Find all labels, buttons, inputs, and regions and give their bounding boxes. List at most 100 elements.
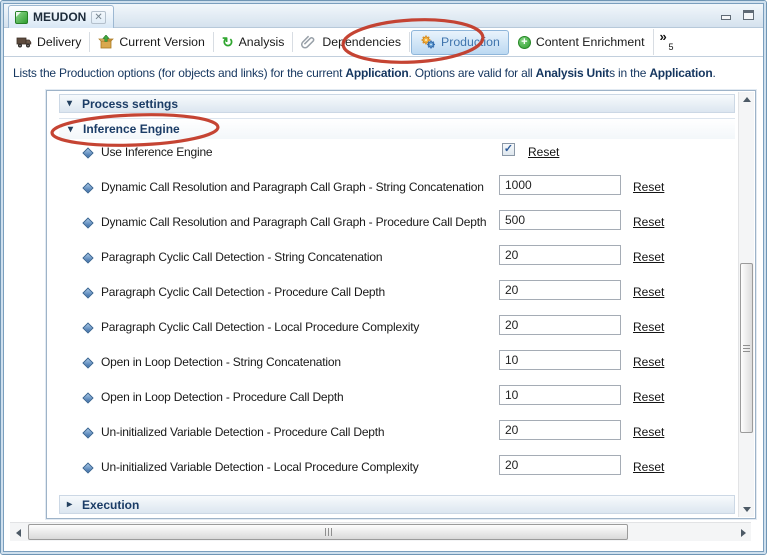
editor-tab-title: MEUDON [33, 10, 86, 24]
editor-tab-meudon[interactable]: MEUDON ✕ [8, 5, 114, 28]
truck-icon [16, 35, 32, 49]
option-value-input[interactable] [499, 245, 621, 265]
option-row: Un-initialized Variable Detection - Loca… [47, 454, 737, 489]
option-value-input[interactable] [499, 315, 621, 335]
vertical-scrollbar-thumb[interactable] [740, 263, 753, 433]
application-window: MEUDON ✕ Delivery Curre [0, 0, 767, 555]
description-text: Lists the Production options (for object… [13, 66, 345, 80]
option-row: Open in Loop Detection - Procedure Call … [47, 384, 737, 419]
maximize-view-button[interactable] [740, 8, 757, 22]
vertical-scrollbar[interactable] [738, 92, 754, 517]
description-bold: Analysis Unit [536, 66, 609, 80]
tab-content-enrichment[interactable]: + Content Enrichment [510, 28, 653, 57]
option-label: Un-initialized Variable Detection - Proc… [101, 425, 384, 439]
green-plus-icon: + [518, 36, 531, 49]
reset-link[interactable]: Reset [633, 320, 664, 334]
option-row: Paragraph Cyclic Call Detection - Proced… [47, 279, 737, 314]
tab-label: Delivery [37, 35, 81, 49]
scroll-left-button[interactable] [10, 523, 26, 542]
scrollbar-grip-icon [743, 345, 750, 352]
gears-icon [420, 35, 436, 49]
chevron-down-icon: ▾ [67, 98, 76, 109]
reset-link[interactable]: Reset [528, 145, 559, 159]
minimize-view-button[interactable] [717, 8, 734, 22]
paperclip-icon [301, 35, 317, 49]
application-file-icon [15, 11, 28, 24]
option-diamond-icon [82, 217, 93, 228]
option-diamond-icon [82, 357, 93, 368]
option-row: Paragraph Cyclic Call Detection - Local … [47, 314, 737, 349]
scroll-right-button[interactable] [735, 523, 751, 542]
arrow-up-icon [743, 97, 751, 102]
tab-label: Content Enrichment [536, 35, 645, 49]
option-label: Paragraph Cyclic Call Detection - Proced… [101, 285, 385, 299]
tab-dependencies[interactable]: Dependencies [293, 28, 409, 57]
maximize-icon [743, 10, 754, 20]
option-value-input[interactable] [499, 175, 621, 195]
reset-link[interactable]: Reset [633, 355, 664, 369]
close-icon[interactable]: ✕ [91, 11, 105, 24]
green-refresh-icon: ↻ [222, 35, 234, 49]
option-label: Open in Loop Detection - Procedure Call … [101, 390, 343, 404]
tab-label: Production [441, 35, 500, 49]
option-row: Dynamic Call Resolution and Paragraph Ca… [47, 209, 737, 244]
section-header-inference-engine[interactable]: ▾ Inference Engine [59, 118, 735, 139]
arrow-left-icon [16, 529, 21, 537]
option-row: Un-initialized Variable Detection - Proc… [47, 419, 737, 454]
option-diamond-icon [82, 287, 93, 298]
reset-link[interactable]: Reset [633, 390, 664, 404]
option-row: Paragraph Cyclic Call Detection - String… [47, 244, 737, 279]
option-value-input[interactable] [499, 210, 621, 230]
tab-label: Dependencies [322, 35, 401, 49]
arrow-down-icon [743, 507, 751, 512]
scroll-up-button[interactable] [739, 92, 755, 107]
reset-link[interactable]: Reset [633, 250, 664, 264]
description-text: s in the [609, 66, 649, 80]
description-text: . Options are valid for all [409, 66, 536, 80]
reset-link[interactable]: Reset [633, 180, 664, 194]
option-row: Dynamic Call Resolution and Paragraph Ca… [47, 174, 737, 209]
chevron-down-icon: ▾ [68, 124, 77, 135]
reset-link[interactable]: Reset [633, 215, 664, 229]
tab-production[interactable]: Production [411, 30, 509, 55]
tab-current-version[interactable]: Current Version [90, 28, 212, 57]
option-diamond-icon [82, 147, 93, 158]
minimize-icon [721, 15, 731, 20]
tab-delivery[interactable]: Delivery [8, 28, 89, 57]
reset-link[interactable]: Reset [633, 460, 664, 474]
check-icon: ✓ [504, 144, 513, 155]
option-value-input[interactable] [499, 420, 621, 440]
horizontal-scrollbar[interactable] [10, 522, 751, 541]
tab-analysis[interactable]: ↻ Analysis [214, 28, 293, 57]
overflow-count: 5 [669, 42, 674, 52]
options-rows: Use Inference Engine ✓ Reset Dynamic Cal… [47, 139, 737, 489]
chevron-right-icon: ▸ [67, 499, 76, 510]
description-bold: Application [345, 66, 408, 80]
arrow-right-icon [741, 529, 746, 537]
option-value-input[interactable] [499, 280, 621, 300]
option-value-input[interactable] [499, 350, 621, 370]
section-header-process-settings[interactable]: ▾ Process settings [59, 94, 735, 113]
reset-link[interactable]: Reset [633, 285, 664, 299]
option-diamond-icon [82, 392, 93, 403]
view-toolbar: Delivery Current Version ↻ Analysis Depe… [4, 28, 763, 57]
option-label: Un-initialized Variable Detection - Loca… [101, 460, 419, 474]
toolbar-separator [409, 32, 410, 52]
option-value-input[interactable] [499, 455, 621, 475]
section-label: Process settings [82, 97, 178, 111]
option-label: Open in Loop Detection - String Concaten… [101, 355, 341, 369]
option-row: Open in Loop Detection - String Concaten… [47, 349, 737, 384]
production-options-panel: ▾ Process settings ▾ Inference Engine Us… [46, 90, 756, 519]
use-inference-engine-checkbox[interactable]: ✓ [502, 143, 515, 156]
option-label: Dynamic Call Resolution and Paragraph Ca… [101, 180, 484, 194]
option-label: Paragraph Cyclic Call Detection - String… [101, 250, 382, 264]
option-diamond-icon [82, 322, 93, 333]
scroll-down-button[interactable] [739, 502, 755, 517]
option-label: Use Inference Engine [101, 145, 212, 159]
section-label: Inference Engine [83, 122, 180, 136]
section-header-execution[interactable]: ▸ Execution [59, 495, 735, 514]
tab-overflow[interactable]: » 5 [654, 32, 680, 52]
option-value-input[interactable] [499, 385, 621, 405]
reset-link[interactable]: Reset [633, 425, 664, 439]
horizontal-scrollbar-thumb[interactable] [28, 524, 628, 540]
